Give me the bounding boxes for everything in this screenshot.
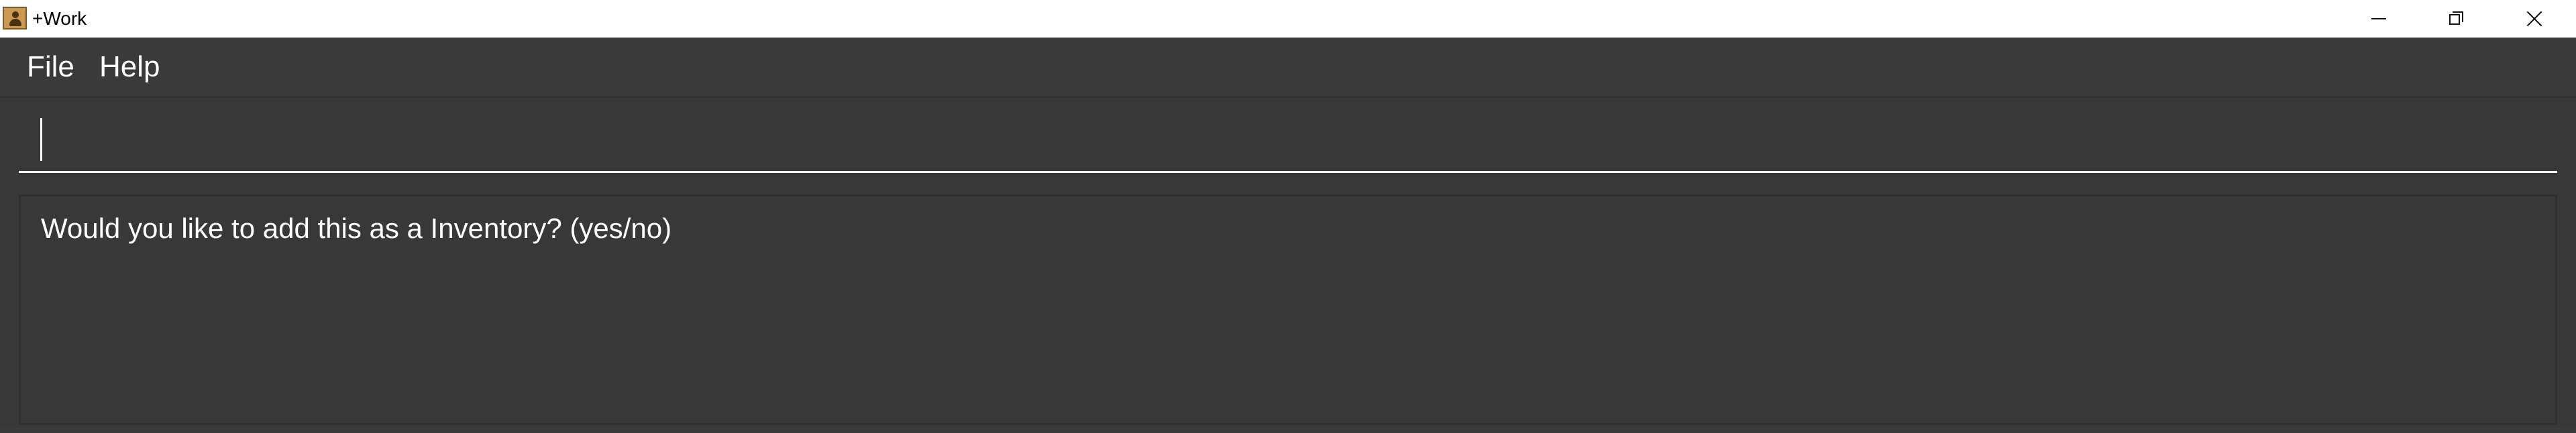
restore-icon: [2449, 11, 2464, 26]
close-button[interactable]: [2496, 0, 2573, 38]
restore-button[interactable]: [2418, 0, 2496, 38]
command-input[interactable]: [19, 111, 2557, 173]
close-icon: [2526, 11, 2542, 27]
bottom-border: [0, 428, 2576, 433]
minimize-button[interactable]: [2340, 0, 2418, 38]
title-bar[interactable]: +Work: [0, 0, 2576, 38]
app-logo-icon: [3, 7, 27, 29]
text-caret: [40, 118, 42, 161]
result-display: Would you like to add this as a Inventor…: [19, 194, 2557, 425]
minimize-icon: [2371, 18, 2386, 19]
menu-bar: File Help: [0, 38, 2576, 98]
menu-file[interactable]: File: [27, 50, 74, 84]
menu-help[interactable]: Help: [99, 50, 160, 84]
window-title: +Work: [32, 8, 87, 29]
command-box-area: [0, 98, 2576, 192]
result-message: Would you like to add this as a Inventor…: [41, 212, 672, 244]
app-window: +Work File Help Would you like to add th…: [0, 0, 2576, 433]
